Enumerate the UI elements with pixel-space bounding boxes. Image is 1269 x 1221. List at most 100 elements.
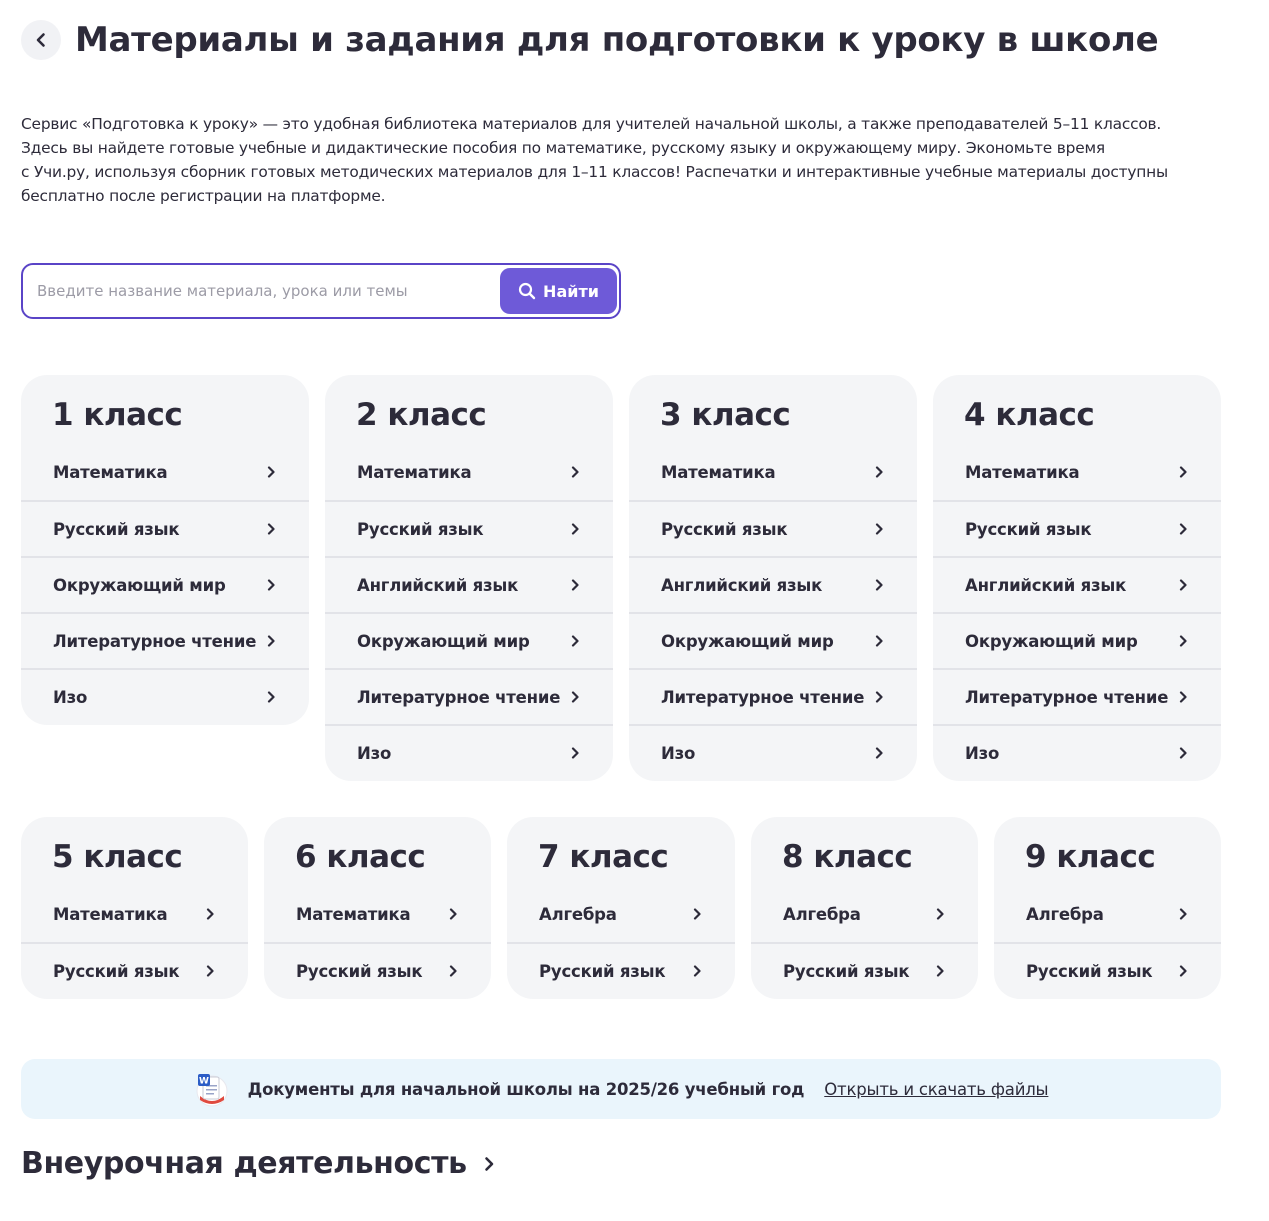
grade-card: 5 класс Математика Русский язык bbox=[21, 817, 248, 999]
subject-link[interactable]: Русский язык bbox=[751, 942, 978, 998]
subject-link[interactable]: Математика bbox=[264, 886, 491, 942]
chevron-right-icon bbox=[1177, 747, 1189, 759]
grade-title: 3 класс bbox=[660, 397, 791, 433]
subject-label: Английский язык bbox=[357, 575, 519, 595]
chevron-right-icon bbox=[265, 523, 277, 535]
subject-link[interactable]: Русский язык bbox=[21, 942, 248, 998]
subject-link[interactable]: Математика bbox=[325, 444, 613, 500]
chevron-left-icon bbox=[36, 33, 45, 47]
subject-link[interactable]: Русский язык bbox=[994, 942, 1221, 998]
intro-line: с Учи.ру, используя сборник готовых мето… bbox=[21, 163, 1168, 181]
chevron-right-icon bbox=[934, 908, 946, 920]
grade-title: 5 класс bbox=[52, 839, 183, 875]
subject-label: Математика bbox=[965, 462, 1080, 482]
chevron-right-icon bbox=[1177, 965, 1189, 977]
subject-link[interactable]: Окружающий мир bbox=[325, 612, 613, 668]
subject-label: Литературное чтение bbox=[53, 631, 257, 651]
intro-line: Сервис «Подготовка к уроку» — это удобна… bbox=[21, 115, 1162, 133]
grade-title: 8 класс bbox=[782, 839, 913, 875]
grade-card: 4 класс Математика Русский язык Английский … bbox=[933, 375, 1221, 781]
subject-link[interactable]: Русский язык bbox=[264, 942, 491, 998]
subject-label: Окружающий мир bbox=[661, 631, 834, 651]
chevron-right-icon bbox=[1177, 691, 1189, 703]
word-document-icon: W bbox=[196, 1074, 228, 1107]
subject-link[interactable]: Литературное чтение bbox=[21, 612, 309, 668]
subject-label: Математика bbox=[53, 904, 168, 924]
subject-link[interactable]: Окружающий мир bbox=[933, 612, 1221, 668]
chevron-right-icon bbox=[569, 579, 581, 591]
subject-link[interactable]: Литературное чтение bbox=[325, 668, 613, 724]
search-button[interactable]: Найти bbox=[500, 268, 617, 314]
chevron-right-icon bbox=[934, 965, 946, 977]
grade-card: 8 класс Алгебра Русский язык bbox=[751, 817, 978, 999]
subject-link[interactable]: Литературное чтение bbox=[629, 668, 917, 724]
chevron-right-icon bbox=[204, 965, 216, 977]
subject-link[interactable]: Математика bbox=[21, 444, 309, 500]
subject-link[interactable]: Математика bbox=[933, 444, 1221, 500]
chevron-right-icon bbox=[1177, 523, 1189, 535]
search-button-label: Найти bbox=[543, 281, 599, 301]
subject-link[interactable]: Русский язык bbox=[325, 500, 613, 556]
chevron-right-icon bbox=[873, 523, 885, 535]
extracurricular-section-link[interactable]: Внеурочная деятельность bbox=[21, 1146, 497, 1181]
grade-card: 6 класс Математика Русский язык bbox=[264, 817, 491, 999]
chevron-right-icon bbox=[447, 908, 459, 920]
chevron-right-icon bbox=[1177, 579, 1189, 591]
search-bar: Найти bbox=[21, 263, 621, 319]
grade-title: 2 класс bbox=[356, 397, 487, 433]
search-icon bbox=[518, 282, 536, 300]
subject-link[interactable]: Математика bbox=[21, 886, 248, 942]
chevron-right-icon bbox=[873, 466, 885, 478]
intro-line: Здесь вы найдете готовые учебные и дидак… bbox=[21, 139, 1105, 157]
subject-label: Русский язык bbox=[783, 961, 910, 981]
subject-link[interactable]: Математика bbox=[629, 444, 917, 500]
chevron-right-icon bbox=[873, 691, 885, 703]
subject-link[interactable]: Алгебра bbox=[507, 886, 735, 942]
banner-text: Документы для начальной школы на 2025/26… bbox=[247, 1079, 805, 1099]
subject-label: Русский язык bbox=[1026, 961, 1153, 981]
subject-link[interactable]: Русский язык bbox=[629, 500, 917, 556]
subject-label: Алгебра bbox=[539, 904, 617, 924]
subject-label: Английский язык bbox=[661, 575, 823, 595]
subject-label: Литературное чтение bbox=[661, 687, 865, 707]
subject-label: Окружающий мир bbox=[965, 631, 1138, 651]
chevron-right-icon bbox=[265, 466, 277, 478]
subject-link[interactable]: Алгебра bbox=[994, 886, 1221, 942]
subject-link[interactable]: Изо bbox=[629, 724, 917, 780]
chevron-right-icon bbox=[447, 965, 459, 977]
chevron-right-icon bbox=[569, 466, 581, 478]
subject-label: Математика bbox=[296, 904, 411, 924]
page-header: Материалы и задания для подготовки к уро… bbox=[21, 20, 1159, 60]
chevron-right-icon bbox=[569, 523, 581, 535]
subject-link[interactable]: Изо bbox=[325, 724, 613, 780]
search-input[interactable] bbox=[37, 282, 500, 300]
subject-link[interactable]: Русский язык bbox=[507, 942, 735, 998]
subject-link[interactable]: Английский язык bbox=[325, 556, 613, 612]
back-button[interactable] bbox=[21, 20, 61, 60]
subject-link[interactable]: Русский язык bbox=[933, 500, 1221, 556]
subject-link[interactable]: Изо bbox=[21, 668, 309, 724]
subject-label: Изо bbox=[965, 743, 1000, 763]
grade-card: 2 класс Математика Русский язык Английский … bbox=[325, 375, 613, 781]
download-files-link[interactable]: Открыть и скачать файлы bbox=[824, 1080, 1048, 1099]
grade-title: 4 класс bbox=[964, 397, 1095, 433]
subject-link[interactable]: Английский язык bbox=[629, 556, 917, 612]
intro-text: Сервис «Подготовка к уроку» — это удобна… bbox=[21, 112, 1236, 208]
subject-link[interactable]: Алгебра bbox=[751, 886, 978, 942]
subject-link[interactable]: Русский язык bbox=[21, 500, 309, 556]
subject-link[interactable]: Изо bbox=[933, 724, 1221, 780]
subject-label: Русский язык bbox=[539, 961, 666, 981]
chevron-right-icon bbox=[873, 635, 885, 647]
subject-link[interactable]: Окружающий мир bbox=[629, 612, 917, 668]
chevron-right-icon bbox=[569, 635, 581, 647]
subject-link[interactable]: Окружающий мир bbox=[21, 556, 309, 612]
chevron-right-icon bbox=[1177, 635, 1189, 647]
subject-link[interactable]: Литературное чтение bbox=[933, 668, 1221, 724]
subject-label: Алгебра bbox=[1026, 904, 1104, 924]
grade-card: 7 класс Алгебра Русский язык bbox=[507, 817, 735, 999]
subject-label: Русский язык bbox=[661, 519, 788, 539]
grade-card: 3 класс Математика Русский язык Английский … bbox=[629, 375, 917, 781]
subject-link[interactable]: Английский язык bbox=[933, 556, 1221, 612]
subject-label: Математика bbox=[53, 462, 168, 482]
subject-label: Русский язык bbox=[357, 519, 484, 539]
